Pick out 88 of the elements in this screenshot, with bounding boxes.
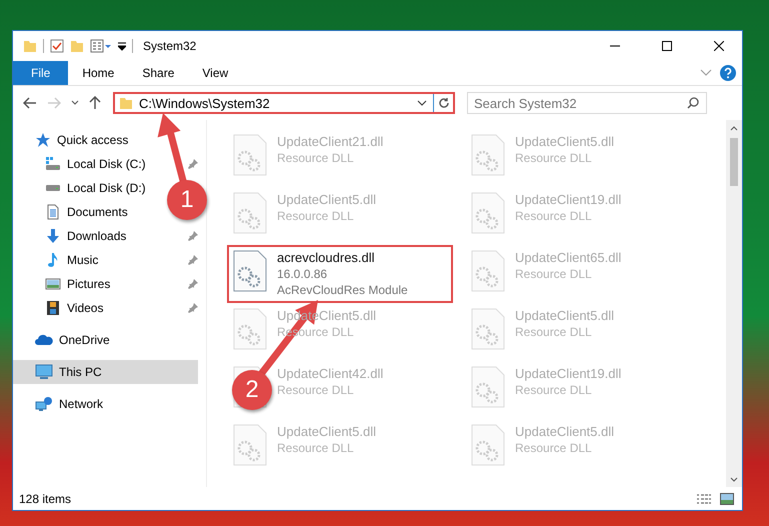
- sidebar-item[interactable]: Videos: [13, 296, 108, 320]
- monitor-icon: [35, 364, 53, 380]
- file-name: acrevcloudres.dll: [277, 250, 376, 266]
- close-icon: [714, 41, 724, 51]
- file-name: UpdateClient5.dll: [277, 192, 376, 208]
- file-detail: Resource DLL: [515, 324, 593, 340]
- dropdown-caret-icon[interactable]: [417, 100, 427, 106]
- file-name: UpdateClient5.dll: [515, 308, 614, 324]
- download-icon: [45, 228, 61, 244]
- file-detail: Resource DLL: [277, 150, 355, 166]
- maximize-icon: [662, 41, 672, 51]
- file-gears-icon: [471, 134, 505, 176]
- picture-icon: [45, 276, 61, 292]
- file-gears-icon: [471, 424, 505, 466]
- sidebar-item[interactable]: Downloads: [13, 224, 130, 248]
- customize-dropdown-icon[interactable]: [90, 39, 112, 53]
- refresh-icon: [438, 97, 450, 109]
- file-name: UpdateClient21.dll: [277, 134, 384, 150]
- pin-icon[interactable]: [188, 159, 198, 169]
- file-name: UpdateClient19.dll: [515, 366, 622, 382]
- pin-icon[interactable]: [188, 279, 198, 289]
- sidebar-item[interactable]: OneDrive: [13, 328, 114, 352]
- large-icons-view-icon[interactable]: [720, 492, 734, 504]
- file-name: UpdateClient42.dll: [277, 366, 384, 382]
- help-icon[interactable]: [720, 65, 736, 81]
- file-name: UpdateClient65.dll: [515, 250, 622, 266]
- vertical-scrollbar[interactable]: [726, 120, 742, 487]
- file-gears-icon: [471, 192, 505, 234]
- file-gears-icon: [471, 308, 505, 350]
- network-icon: [35, 396, 53, 412]
- pin-icon[interactable]: [188, 303, 198, 313]
- file-name: UpdateClient5.dll: [515, 134, 614, 150]
- search-field[interactable]: Search System32: [467, 92, 707, 114]
- file-gears-icon: [471, 366, 505, 408]
- file-gears-icon: [233, 424, 267, 466]
- file-item[interactable]: acrevcloudres.dll 16.0.0.86 AcRevCloudRes Module: [227, 245, 453, 303]
- scroll-down-icon[interactable]: [730, 476, 738, 482]
- scrollbar-thumb[interactable]: [730, 138, 738, 186]
- film-icon: [45, 300, 61, 316]
- document-icon: [45, 204, 61, 220]
- sidebar-item[interactable]: Local Disk (D:): [13, 176, 150, 200]
- caret-icon: [71, 100, 79, 106]
- file-gears-icon: [233, 192, 267, 234]
- sidebar-item[interactable]: Local Disk (C:): [13, 152, 150, 176]
- file-detail: Resource DLL: [515, 208, 593, 224]
- file-detail: Resource DLL: [277, 208, 355, 224]
- file-detail: 16.0.0.86: [277, 266, 328, 282]
- cloud-icon: [35, 332, 53, 348]
- sidebar-item[interactable]: Network: [13, 392, 108, 416]
- star-icon: [35, 132, 51, 148]
- file-detail: AcRevCloudRes Module: [277, 282, 408, 298]
- drive-icon: [45, 156, 61, 172]
- address-field[interactable]: C:\Windows\System32: [113, 92, 455, 114]
- folder-icon: [119, 96, 133, 110]
- ribbon-tab[interactable]: Share: [128, 61, 188, 85]
- details-view-icon[interactable]: [696, 492, 712, 504]
- file-name: UpdateClient19.dll: [515, 192, 622, 208]
- sidebar-item[interactable]: Music: [13, 248, 102, 272]
- file-detail: Resource DLL: [515, 440, 593, 456]
- file-detail: Resource DLL: [515, 382, 593, 398]
- sidebar-item[interactable]: Quick access: [13, 128, 132, 152]
- toolbar-menu-icon[interactable]: [118, 41, 126, 51]
- window-title: System32: [143, 39, 196, 53]
- scroll-up-icon[interactable]: [730, 126, 738, 130]
- pin-icon[interactable]: [188, 255, 198, 265]
- ribbon-tab[interactable]: Home: [68, 61, 128, 85]
- file-gears-icon: [471, 250, 505, 292]
- file-detail: Resource DLL: [515, 266, 593, 282]
- properties-check-icon[interactable]: [50, 39, 64, 53]
- sidebar-item[interactable]: Documents: [13, 200, 132, 224]
- ribbon-tab[interactable]: File: [13, 61, 68, 85]
- drive-icon: [46, 185, 60, 191]
- item-count: 128 items: [19, 492, 72, 506]
- ribbon-tab[interactable]: View: [188, 61, 242, 85]
- up-button[interactable]: [87, 94, 103, 112]
- back-button[interactable]: [21, 95, 39, 111]
- file-detail: Resource DLL: [277, 440, 355, 456]
- file-gears-icon: [233, 134, 267, 176]
- sidebar-item[interactable]: Pictures: [13, 272, 114, 296]
- file-gears-icon: [233, 250, 267, 292]
- file-name: UpdateClient5.dll: [515, 424, 614, 440]
- file-detail: Resource DLL: [515, 150, 593, 166]
- file-detail: Resource DLL: [277, 382, 355, 398]
- pin-icon[interactable]: [188, 231, 198, 241]
- file-name: UpdateClient5.dll: [277, 424, 376, 440]
- file-gears-icon: [233, 308, 267, 350]
- expand-ribbon-icon[interactable]: [700, 69, 712, 77]
- sidebar-item[interactable]: This PC: [13, 360, 198, 384]
